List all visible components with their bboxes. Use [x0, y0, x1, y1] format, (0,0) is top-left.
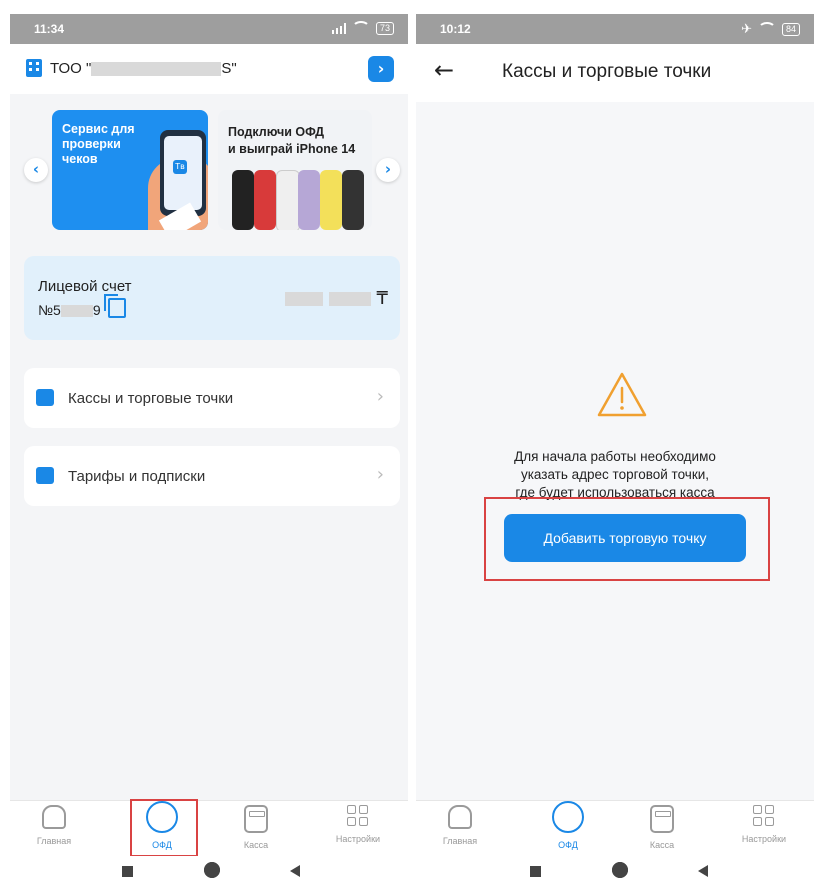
status-time: 10:12 — [440, 22, 471, 36]
system-navigation-bar — [0, 856, 814, 887]
tab-settings[interactable]: Настройки — [724, 805, 804, 844]
account-number: №5 9 — [38, 302, 101, 318]
home-nav-icon[interactable] — [612, 862, 628, 878]
menu-item-tariffs[interactable]: Тарифы и подписки › — [24, 446, 400, 506]
cash-register-icon — [36, 389, 54, 406]
left-phone-screen: 11:34 73 ТОО " S" › ‹ Сервис для проверки… — [10, 14, 408, 856]
status-time: 11:34 — [34, 22, 65, 36]
promo-carousel: ‹ Сервис для проверки чеков Тв Подключи … — [10, 110, 408, 232]
home-nav-icon[interactable] — [204, 862, 220, 878]
back-arrow-icon[interactable]: ← — [434, 56, 454, 84]
calculator-icon — [650, 805, 674, 833]
grid-icon — [753, 805, 775, 827]
wallet-icon — [36, 467, 54, 484]
warning-icon — [597, 372, 647, 417]
phone-illustration: Тв — [160, 130, 206, 216]
battery-icon: 84 — [781, 22, 800, 36]
tab-cashbox[interactable]: Касса — [216, 805, 296, 850]
iphone-image — [232, 170, 254, 230]
recents-icon[interactable] — [122, 866, 133, 877]
page-title: Кассы и торговые точки — [502, 61, 712, 82]
chevron-right-icon: › — [376, 386, 384, 407]
tab-home[interactable]: Главная — [420, 805, 500, 846]
status-bar: 10:12 ✈ 84 — [416, 14, 814, 44]
status-bar: 11:34 73 — [10, 14, 408, 44]
copy-icon[interactable] — [104, 294, 126, 318]
bottom-tab-bar: Главная ОФД Касса Настройки — [10, 800, 408, 856]
right-phone-screen: 10:12 ✈ 84 ← Кассы и торговые точки Для … — [416, 14, 814, 856]
recents-icon[interactable] — [530, 866, 541, 877]
add-trade-point-button[interactable]: Добавить торговую точку — [504, 514, 746, 562]
battery-icon: 73 — [375, 21, 394, 35]
account-balance: ₸ — [285, 288, 388, 309]
chevron-right-icon[interactable]: › — [368, 56, 394, 82]
promo-card-iphone[interactable]: Подключи ОФД и выиграй iPhone 14 — [218, 110, 372, 230]
menu-item-cash-registers[interactable]: Кассы и торговые точки › — [24, 368, 400, 428]
empty-state-message: Для начала работы необходимо указать адр… — [514, 449, 716, 500]
grid-icon — [347, 805, 369, 827]
back-nav-icon[interactable] — [698, 865, 708, 877]
wifi-icon — [351, 21, 370, 35]
menu-item-label: Кассы и торговые точки — [68, 390, 234, 407]
top-cropped-caption — [0, 0, 814, 14]
wifi-icon — [757, 22, 776, 36]
promo-card-receipt-check[interactable]: Сервис для проверки чеков Тв — [52, 110, 208, 230]
carousel-next-button[interactable]: › — [376, 158, 400, 182]
home-icon — [448, 805, 472, 829]
app-badge: Тв — [173, 160, 187, 174]
calculator-icon — [244, 805, 268, 833]
chevron-right-icon: › — [376, 464, 384, 485]
tab-home[interactable]: Главная — [14, 805, 94, 846]
company-name[interactable]: ТОО " S" — [50, 60, 237, 77]
page-header: ← Кассы и торговые точки — [416, 44, 814, 102]
building-icon — [26, 59, 42, 77]
signal-icon — [331, 22, 346, 34]
highlight-box-ofd-tab — [130, 799, 198, 856]
ofd-circle-icon — [552, 801, 584, 833]
carousel-prev-button[interactable]: ‹ — [24, 158, 48, 182]
account-title: Лицевой счет — [38, 278, 132, 295]
menu-item-label: Тарифы и подписки — [68, 468, 206, 485]
tab-cashbox[interactable]: Касса — [622, 805, 702, 850]
tab-settings[interactable]: Настройки — [318, 805, 398, 844]
airplane-icon: ✈ — [741, 21, 752, 36]
home-icon — [42, 805, 66, 829]
account-card[interactable]: Лицевой счет №5 9 ₸ — [24, 256, 400, 340]
company-header: ТОО " S" › — [10, 44, 408, 94]
bottom-tab-bar: Главная ОФД Касса Настройки — [416, 800, 814, 856]
back-nav-icon[interactable] — [290, 865, 300, 877]
tab-ofd[interactable]: ОФД — [528, 801, 608, 850]
